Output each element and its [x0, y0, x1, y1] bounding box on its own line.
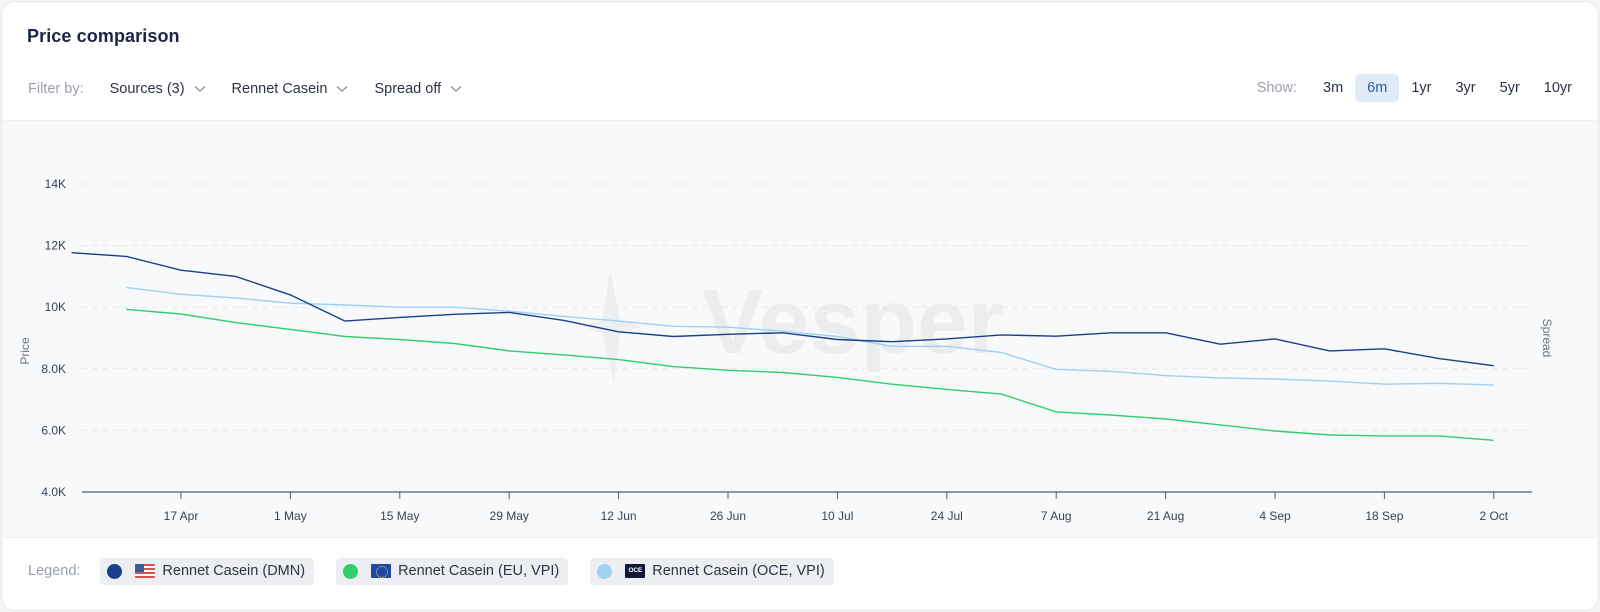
spread-dropdown-label: Spread off [374, 81, 442, 97]
y-tick-label: 14K [45, 177, 66, 191]
legend-item-dmn[interactable]: Rennet Casein (DMN) [100, 557, 315, 585]
range-3yr-button[interactable]: 3yr [1443, 74, 1487, 102]
price-comparison-card: Price comparison Filter by: Sources (3) … [1, 1, 1599, 611]
product-dropdown-label: Rennet Casein [231, 81, 328, 97]
legend-item-eu-vpi[interactable]: Rennet Casein (EU, VPI) [336, 557, 569, 585]
x-axis: 17 Apr 1 May 15 May 29 May 12 Jun 26 Jun 10 Ju… [82, 491, 1532, 523]
watermark-text: Vesper [702, 271, 1004, 373]
legend-item-oce-vpi[interactable]: OCE Rennet Casein (OCE, VPI) [590, 557, 834, 585]
filter-bar: Filter by: Sources (3) Rennet Casein Spr… [28, 78, 462, 100]
range-6m-button[interactable]: 6m [1355, 74, 1400, 102]
range-label: Show: [1256, 80, 1297, 96]
x-tick-label: 7 Aug [1041, 509, 1072, 523]
eu-flag-icon [371, 564, 392, 578]
x-tick-label: 4 Sep [1259, 509, 1291, 523]
legend: Legend: Rennet Casein (DMN) Rennet Casei… [28, 557, 834, 585]
legend-item-label: Rennet Casein (DMN) [162, 563, 306, 579]
y-axis-title: Price [18, 337, 32, 365]
y-tick-label: 10K [45, 300, 66, 314]
x-tick-label: 10 Jul [821, 509, 853, 523]
oce-flag-icon: OCE [625, 564, 646, 578]
x-tick-label: 26 Jun [710, 509, 746, 523]
spread-dropdown[interactable]: Spread off [374, 81, 462, 97]
x-tick-label: 1 May [274, 509, 307, 523]
price-line-chart: Vesper 4.0K 6.0K 8.0K 10K 12K 14K 17 Apr 1 May… [18, 177, 1554, 523]
sources-dropdown[interactable]: Sources (3) [110, 81, 206, 97]
range-10yr-button[interactable]: 10yr [1532, 74, 1584, 102]
y2-axis-title: Spread [1540, 319, 1554, 358]
chart-area: Vesper 4.0K 6.0K 8.0K 10K 12K 14K 17 Apr 1 May… [2, 120, 1598, 538]
grid-lines [82, 183, 1532, 431]
chevron-down-icon [337, 86, 348, 92]
y-tick-label: 8.0K [41, 362, 66, 376]
y-tick-label: 4.0K [41, 485, 66, 499]
y-axis: 4.0K 6.0K 8.0K 10K 12K 14K [41, 177, 66, 499]
legend-label: Legend: [28, 563, 81, 579]
legend-item-label: Rennet Casein (OCE, VPI) [652, 563, 825, 579]
sources-dropdown-label: Sources (3) [109, 81, 185, 97]
us-flag-icon [135, 564, 156, 578]
x-tick-label: 29 May [490, 509, 529, 523]
x-tick-label: 12 Jun [601, 509, 637, 523]
x-tick-label: 2 Oct [1479, 509, 1508, 523]
y-tick-label: 12K [45, 239, 66, 253]
series-color-dot [597, 563, 613, 579]
y-tick-label: 6.0K [41, 423, 66, 437]
x-tick-label: 21 Aug [1147, 509, 1184, 523]
chevron-down-icon [194, 86, 205, 92]
series-color-dot [107, 563, 123, 579]
x-tick-label: 17 Apr [164, 509, 199, 523]
product-dropdown[interactable]: Rennet Casein [232, 81, 349, 97]
x-tick-label: 24 Jul [931, 509, 963, 523]
page-title: Price comparison [27, 26, 180, 46]
range-1yr-button[interactable]: 1yr [1399, 74, 1443, 102]
x-tick-label: 15 May [380, 509, 419, 523]
series-color-dot [343, 563, 359, 579]
vesper-watermark: Vesper [580, 271, 1004, 383]
range-selector: Show: 3m 6m 1yr 3yr 5yr 10yr [1257, 74, 1584, 102]
filter-label: Filter by: [28, 81, 84, 97]
legend-item-label: Rennet Casein (EU, VPI) [398, 563, 560, 579]
range-5yr-button[interactable]: 5yr [1488, 74, 1532, 102]
range-3m-button[interactable]: 3m [1311, 74, 1355, 102]
x-tick-label: 18 Sep [1365, 509, 1403, 523]
chevron-down-icon [450, 86, 462, 92]
